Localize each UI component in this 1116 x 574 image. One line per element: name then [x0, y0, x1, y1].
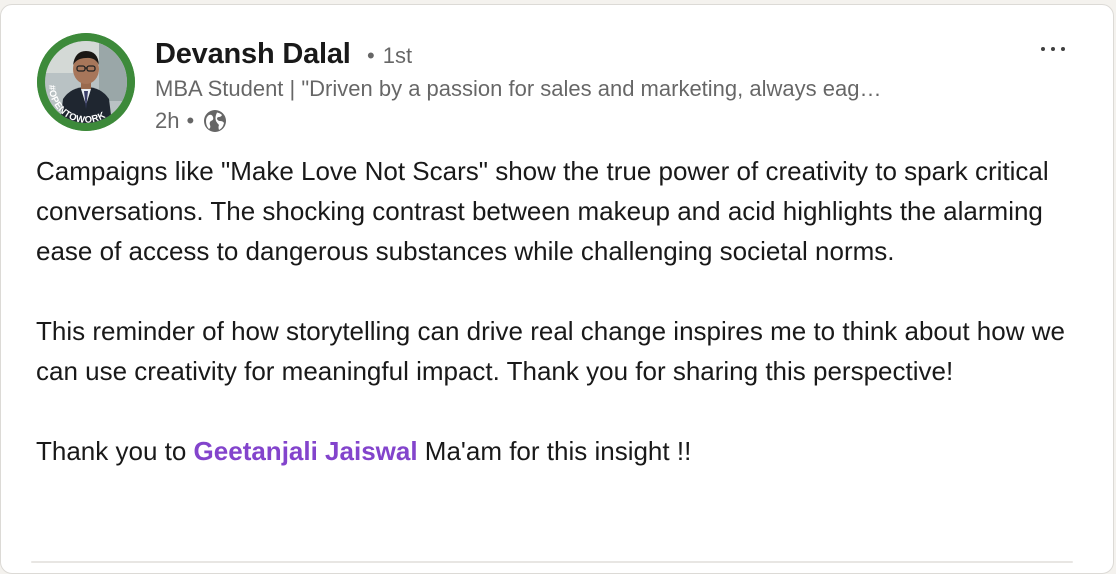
- globe-icon: [202, 108, 228, 134]
- author-headline: MBA Student | "Driven by a passion for s…: [155, 76, 882, 101]
- post-meta: 2h •: [155, 106, 228, 136]
- ellipsis-icon-dot: [1041, 47, 1045, 51]
- more-options-button[interactable]: [1031, 33, 1075, 65]
- post-body: Campaigns like "Make Love Not Scars" sho…: [36, 151, 1096, 471]
- ellipsis-icon-dot: [1061, 47, 1065, 51]
- closing-prefix: Thank you to: [36, 436, 194, 466]
- post-closing: Thank you to Geetanjali Jaiswal Ma'am fo…: [36, 431, 1096, 471]
- mention-link[interactable]: Geetanjali Jaiswal: [194, 436, 418, 466]
- post-paragraph: Campaigns like "Make Love Not Scars" sho…: [36, 156, 1049, 266]
- post-time[interactable]: 2h: [155, 108, 179, 134]
- connection-degree: • 1st: [367, 43, 412, 69]
- degree-separator: •: [367, 43, 375, 68]
- ellipsis-icon-dot: [1051, 47, 1055, 51]
- author-name[interactable]: Devansh Dalal: [155, 35, 351, 73]
- meta-separator: •: [186, 108, 195, 133]
- avatar[interactable]: #OPENTOWORK: [37, 33, 135, 131]
- divider: [31, 561, 1073, 563]
- degree-label: 1st: [382, 43, 413, 68]
- post-paragraph: This reminder of how storytelling can dr…: [36, 316, 1065, 386]
- avatar-photo: #OPENTOWORK: [37, 33, 135, 131]
- post-card: #OPENTOWORK Devansh Dalal • 1st MBA Stude…: [0, 4, 1114, 574]
- closing-suffix: Ma'am for this insight !!: [417, 436, 692, 466]
